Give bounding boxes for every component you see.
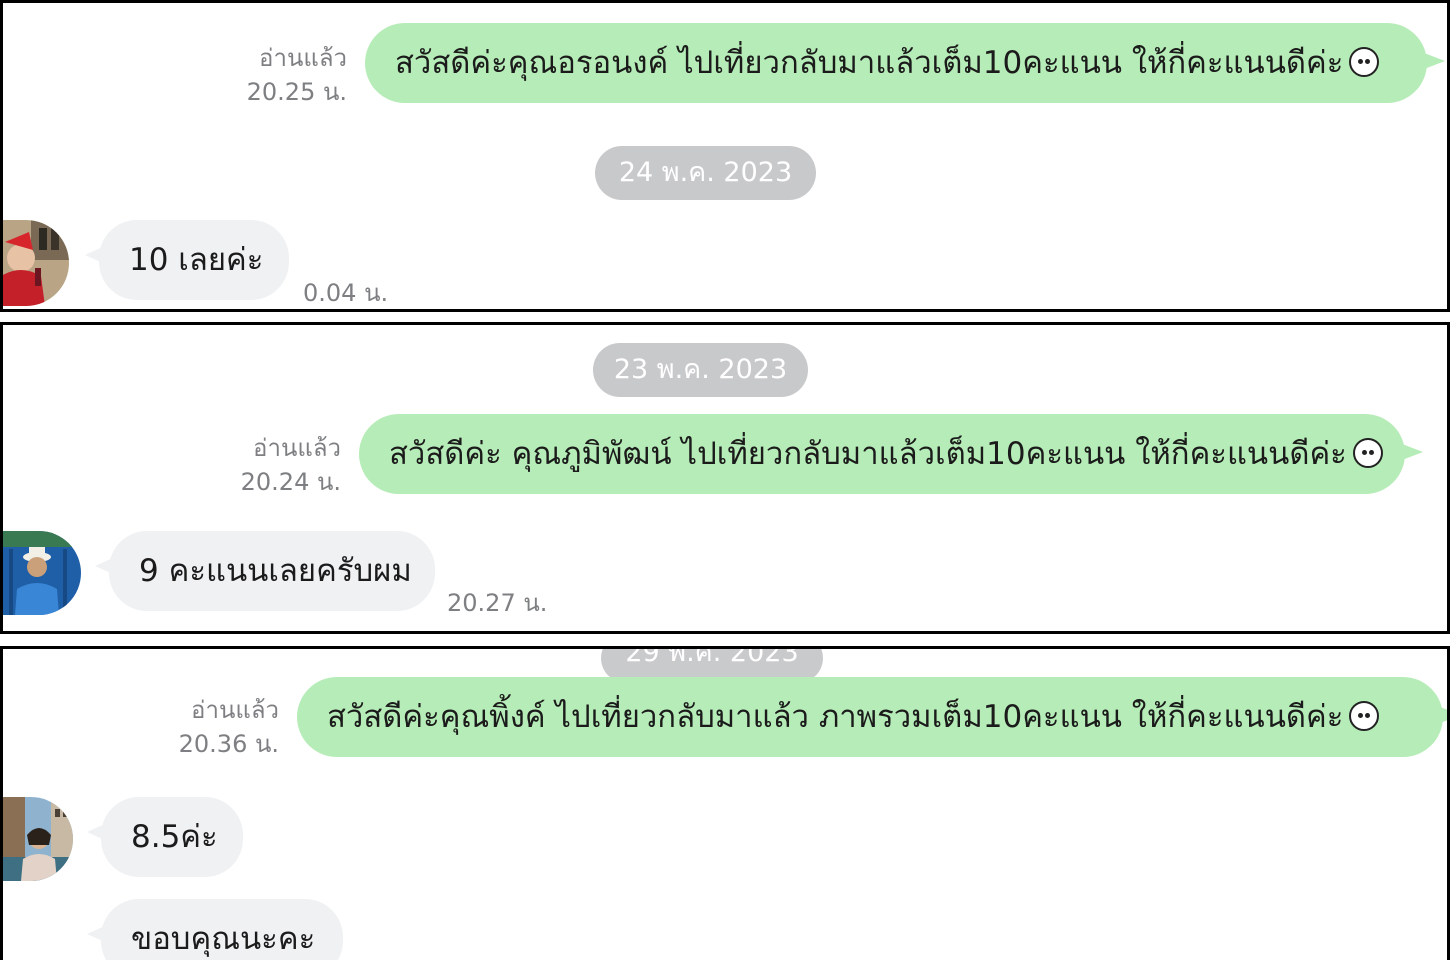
contact-avatar[interactable] — [3, 531, 81, 615]
panda-emoji-icon — [1349, 700, 1380, 731]
panda-emoji-icon — [1352, 437, 1383, 468]
incoming-message-bubble[interactable]: 10 เลยค่ะ — [85, 220, 289, 300]
message-meta: อ่านแล้ว 20.36 น. — [165, 693, 279, 761]
message-text: 10 เลยค่ะ — [129, 242, 264, 278]
outgoing-message-bubble[interactable]: สวัสดีค่ะคุณอรอนงค์ ไปเที่ยวกลับมาแล้วเต… — [365, 23, 1445, 103]
incoming-message-bubble[interactable]: 8.5ค่ะ — [87, 797, 243, 877]
message-meta: อ่านแล้ว 20.24 น. — [227, 431, 341, 499]
message-time: 0.04 น. — [303, 279, 389, 307]
message-text: สวัสดีค่ะ คุณภูมิพัฒน์ ไปเที่ยวกลับมาแล้… — [389, 436, 1347, 472]
outgoing-message-bubble[interactable]: สวัสดีค่ะ คุณภูมิพัฒน์ ไปเที่ยวกลับมาแล้… — [359, 414, 1423, 494]
incoming-message-bubble[interactable]: 9 คะแนนเลยครับผม — [95, 531, 435, 611]
chat-panel-3: 29 พ.ค. 2023 อ่านแล้ว 20.36 น. สวัสดีค่ะ… — [0, 646, 1450, 960]
contact-avatar[interactable] — [3, 220, 69, 306]
outgoing-message-bubble[interactable]: สวัสดีค่ะคุณพิ้งค์ ไปเที่ยวกลับมาแล้ว ภา… — [297, 677, 1447, 757]
date-separator: 23 พ.ค. 2023 — [593, 343, 808, 397]
chat-panel-1: อ่านแล้ว 20.25 น. สวัสดีค่ะคุณอรอนงค์ ไป… — [0, 0, 1450, 312]
incoming-message-bubble[interactable]: ขอบคุณนะคะ — [87, 899, 343, 960]
message-text: 8.5ค่ะ — [131, 819, 218, 855]
read-receipt: อ่านแล้ว — [253, 434, 341, 462]
contact-avatar[interactable] — [3, 797, 73, 881]
message-time: 20.24 น. — [240, 468, 341, 496]
read-receipt: อ่านแล้ว — [259, 44, 347, 72]
message-time: 20.36 น. — [178, 730, 279, 758]
message-time: 20.25 น. — [246, 78, 347, 106]
message-time: 20.27 น. — [447, 589, 548, 617]
message-text: สวัสดีค่ะคุณอรอนงค์ ไปเที่ยวกลับมาแล้วเต… — [395, 45, 1344, 81]
message-text: ขอบคุณนะคะ — [131, 921, 316, 957]
read-receipt: อ่านแล้ว — [191, 696, 279, 724]
message-text: สวัสดีค่ะคุณพิ้งค์ ไปเที่ยวกลับมาแล้ว ภา… — [327, 699, 1344, 735]
date-separator: 24 พ.ค. 2023 — [595, 146, 816, 200]
panda-emoji-icon — [1349, 46, 1380, 77]
chat-panel-2: 23 พ.ค. 2023 อ่านแล้ว 20.24 น. สวัสดีค่ะ… — [0, 322, 1450, 634]
message-text: 9 คะแนนเลยครับผม — [139, 553, 412, 589]
message-meta: อ่านแล้ว 20.25 น. — [233, 41, 347, 109]
